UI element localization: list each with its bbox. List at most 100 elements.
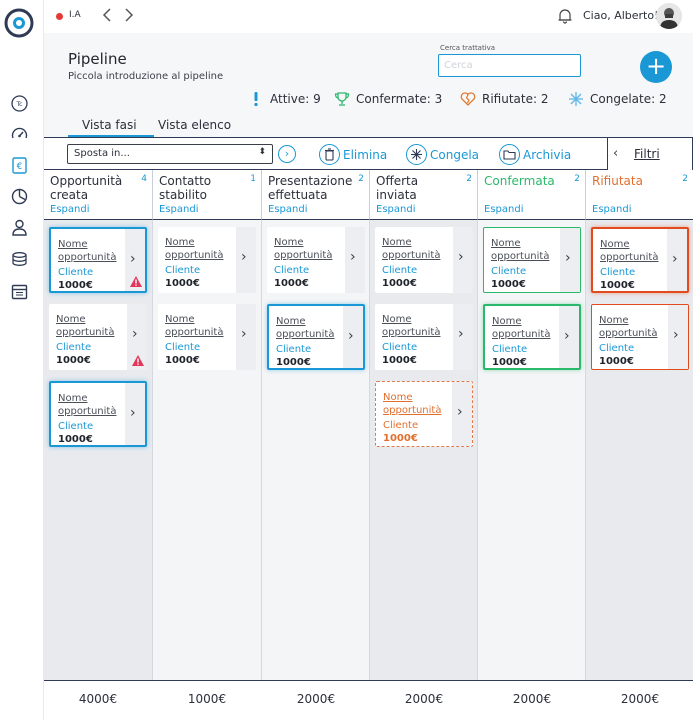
card-open-button[interactable]: ›: [452, 382, 472, 446]
card-amount: 1000€: [492, 357, 527, 368]
card-amount: 1000€: [600, 280, 635, 291]
column-title: Confermata: [484, 174, 555, 188]
card-name[interactable]: Nome opportunità: [382, 236, 450, 262]
card-name[interactable]: Nome opportunità: [383, 391, 451, 417]
deal-card[interactable]: Nome opportunità Cliente 1000€ ›: [483, 304, 581, 370]
forward-arrow-icon[interactable]: [122, 6, 136, 24]
expand-link[interactable]: Espandi: [376, 204, 415, 215]
user-greeting: Ciao, Alberto!: [583, 9, 659, 22]
filters-button[interactable]: ‹ Filtri: [607, 137, 693, 171]
expand-link[interactable]: Espandi: [159, 204, 198, 215]
chevron-right-icon: ›: [672, 251, 678, 267]
card-open-button[interactable]: ›: [236, 304, 256, 370]
speedometer-icon[interactable]: [11, 126, 28, 143]
card-open-button[interactable]: ›: [453, 304, 473, 370]
card-client: Cliente: [165, 265, 201, 276]
app-logo-icon[interactable]: [3, 7, 35, 39]
card-amount: 1000€: [165, 355, 200, 366]
pie-chart-icon[interactable]: [11, 188, 28, 205]
card-name[interactable]: Nome opportunità: [56, 313, 124, 339]
expand-link[interactable]: Espandi: [592, 204, 631, 215]
card-client: Cliente: [600, 267, 636, 278]
deal-card[interactable]: Nome opportunità Cliente 1000€ ›: [49, 227, 147, 293]
search-input[interactable]: [438, 54, 581, 77]
card-name[interactable]: Nome opportunità: [491, 237, 559, 263]
tc-icon[interactable]: Tc: [11, 95, 28, 112]
column-rifiutata: Rifiutata 2 Espandi Nome opportunità Cli…: [586, 170, 693, 680]
card-name[interactable]: Nome opportunità: [492, 315, 560, 341]
deal-card[interactable]: Nome opportunità Cliente 1000€ ›: [158, 304, 256, 370]
chevron-left-icon: ‹: [613, 146, 619, 161]
column-total: 2000€: [404, 692, 444, 706]
column-body: Nome opportunità Cliente 1000€ › Nome op…: [153, 220, 262, 680]
expand-link[interactable]: Espandi: [268, 204, 307, 215]
tab-vista-fasi[interactable]: Vista fasi: [82, 118, 137, 132]
deal-card[interactable]: Nome opportunità Cliente 1000€ ›: [158, 227, 256, 293]
expand-link[interactable]: Espandi: [50, 204, 89, 215]
card-open-button[interactable]: ›: [343, 306, 363, 368]
card-name[interactable]: Nome opportunità: [58, 238, 126, 264]
calendar-icon[interactable]: [11, 283, 28, 300]
column-opportunita-creata: Opportunità creata 4 Espandi Nome opport…: [44, 170, 153, 680]
warning-icon: [130, 276, 142, 287]
deal-card[interactable]: Nome opportunità Cliente 1000€ ›: [483, 227, 581, 293]
column-totals: 4000€ 1000€ 2000€ 2000€ 2000€ 2000€: [44, 680, 693, 720]
card-open-button[interactable]: ›: [236, 227, 256, 293]
card-name[interactable]: Nome opportunità: [165, 313, 233, 339]
ia-label[interactable]: I.A: [69, 10, 81, 20]
toolbar: Sposta in... ⬍ › Elimina Congela Archivi…: [44, 137, 693, 171]
card-name[interactable]: Nome opportunità: [58, 392, 126, 418]
card-amount: 1000€: [599, 356, 634, 367]
page-subtitle: Piccola introduzione al pipeline: [68, 71, 224, 82]
column-title: Rifiutata: [592, 174, 643, 188]
column-total: 2000€: [296, 692, 336, 706]
trash-icon: [319, 144, 340, 165]
deal-card[interactable]: Nome opportunità Cliente 1000€ ›: [49, 381, 147, 447]
avatar[interactable]: [656, 3, 682, 29]
add-deal-button[interactable]: +: [640, 51, 672, 83]
deal-card[interactable]: Nome opportunità Cliente 1000€ ›: [375, 304, 473, 370]
archive-button[interactable]: Archivia: [499, 144, 571, 165]
column-body: Nome opportunità Cliente 1000€ › Nome op…: [44, 220, 153, 680]
card-client: Cliente: [492, 344, 528, 355]
chevron-right-icon: ›: [564, 328, 570, 344]
card-open-button[interactable]: ›: [667, 229, 687, 291]
chevron-right-icon: ›: [458, 249, 464, 265]
delete-button[interactable]: Elimina: [319, 144, 387, 165]
tab-vista-elenco[interactable]: Vista elenco: [158, 118, 231, 132]
card-open-button[interactable]: ›: [125, 383, 145, 445]
move-to-select[interactable]: Sposta in... ⬍: [67, 144, 273, 164]
card-client: Cliente: [491, 266, 527, 277]
card-name[interactable]: Nome opportunità: [599, 314, 667, 340]
deal-card[interactable]: Nome opportunità Cliente 1000€ ›: [591, 227, 689, 293]
deal-card[interactable]: Nome opportunità Cliente 1000€ ›: [591, 304, 689, 370]
card-name[interactable]: Nome opportunità: [274, 236, 342, 262]
deal-card[interactable]: Nome opportunità Cliente 1000€ ›: [49, 304, 147, 370]
bell-icon[interactable]: [557, 8, 573, 24]
expand-link[interactable]: Espandi: [484, 204, 523, 215]
card-open-button[interactable]: ›: [453, 227, 473, 293]
card-open-button[interactable]: ›: [559, 306, 579, 368]
freeze-button[interactable]: Congela: [406, 144, 479, 165]
chevron-right-icon: ›: [130, 251, 136, 267]
card-amount: 1000€: [382, 355, 417, 366]
stat-rejected: Rifiutate: 2: [460, 91, 548, 107]
card-name[interactable]: Nome opportunità: [382, 313, 450, 339]
deal-card[interactable]: Nome opportunità Cliente 1000€ ›: [267, 227, 365, 293]
card-name[interactable]: Nome opportunità: [165, 236, 233, 262]
euro-icon[interactable]: €: [11, 157, 28, 174]
column-total: 2000€: [512, 692, 552, 706]
move-go-button[interactable]: ›: [278, 145, 296, 163]
card-open-button[interactable]: ›: [345, 227, 365, 293]
deal-card[interactable]: Nome opportunità Cliente 1000€ ›: [267, 304, 365, 370]
card-name[interactable]: Nome opportunità: [600, 238, 668, 264]
coins-icon[interactable]: [11, 251, 28, 268]
deal-card-drop-placeholder[interactable]: Nome opportunità Cliente 1000€ ›: [375, 381, 473, 447]
back-arrow-icon[interactable]: [100, 6, 114, 24]
user-icon[interactable]: [11, 219, 28, 236]
stat-confirmed-label: Confermate: 3: [356, 92, 443, 106]
card-name[interactable]: Nome opportunità: [276, 315, 344, 341]
card-open-button[interactable]: ›: [560, 228, 580, 292]
card-open-button[interactable]: ›: [668, 305, 688, 369]
deal-card[interactable]: Nome opportunità Cliente 1000€ ›: [375, 227, 473, 293]
